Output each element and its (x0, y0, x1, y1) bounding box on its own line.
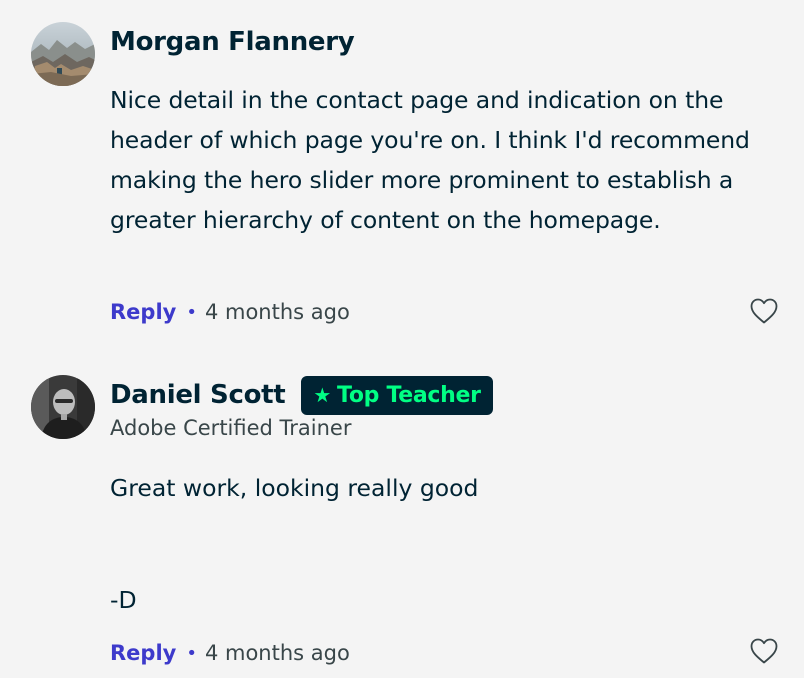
reply-button[interactable]: Reply (110, 641, 176, 665)
author-name[interactable]: Morgan Flannery (110, 22, 355, 62)
author-name[interactable]: Daniel Scott (110, 375, 286, 415)
avatar[interactable] (31, 375, 95, 439)
separator-dot: • (186, 301, 197, 323)
comment-text: Great work, looking really good (110, 474, 479, 502)
heart-outline-icon[interactable] (749, 297, 779, 325)
star-icon: ★ (313, 383, 332, 407)
heart-outline-icon[interactable] (749, 637, 779, 665)
avatar[interactable] (31, 22, 95, 86)
comment-meta: Reply • 4 months ago (110, 637, 350, 669)
badge-label: Top Teacher (337, 382, 481, 408)
author-row: Daniel Scott ★ Top Teacher (110, 375, 780, 415)
top-teacher-badge: ★ Top Teacher (301, 375, 493, 415)
comment-thread: Morgan Flannery Nice detail in the conta… (0, 0, 804, 678)
author-row: Morgan Flannery (110, 22, 780, 62)
reply-button[interactable]: Reply (110, 300, 176, 324)
timestamp: 4 months ago (204, 300, 350, 324)
author-title: Adobe Certified Trainer (110, 416, 352, 440)
comment-body: Morgan Flannery Nice detail in the conta… (110, 22, 780, 324)
comment-meta: Reply • 4 months ago (110, 296, 350, 328)
separator-dot: • (186, 642, 197, 664)
comment-body: Daniel Scott ★ Top Teacher Adobe Certifi… (110, 375, 780, 665)
timestamp: 4 months ago (204, 641, 350, 665)
comment-text: Nice detail in the contact page and indi… (110, 86, 750, 234)
comment-signature: -D (110, 586, 137, 614)
